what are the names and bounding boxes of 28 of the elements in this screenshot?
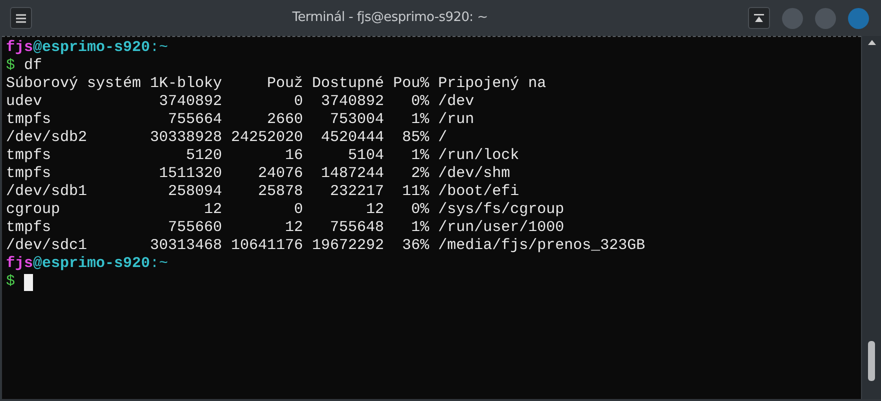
prompt-user: fjs [6,255,34,273]
menu-icon [16,14,26,22]
output-line: cgroup 12 0 12 0% /sys/fs/cgroup [6,201,564,219]
output-line: tmpfs 755660 12 755648 1% /run/user/1000 [6,219,564,237]
prompt-symbol: $ [6,57,16,75]
text-cursor [24,274,33,290]
output-line: udev 3740892 0 3740892 0% /dev [6,93,474,111]
output-line: tmpfs 5120 16 5104 1% /run/lock [6,147,520,165]
prompt-symbol: $ [6,273,16,291]
output-line: tmpfs 755664 2660 753004 1% /run [6,111,474,129]
prompt-path: :~ [150,39,168,57]
output-line: /dev/sdb1 258094 25878 232217 11% /boot/efi [6,183,520,201]
prompt-path: :~ [150,255,168,273]
output-line: /dev/sdc1 30313468 10641176 19672292 36% /media/fjs/prenos_323GB [6,237,646,255]
output-line: Súborový systém 1K-bloky Použ Dostupné Pou% Pripojený na [6,75,546,93]
prompt-user: fjs [6,39,34,57]
keep-above-button[interactable] [748,7,770,29]
menu-button[interactable] [10,7,32,29]
output-line: /dev/sdb2 30338928 24252020 4520444 85% / [6,129,448,147]
scrollbar[interactable] [861,36,881,399]
prompt-host: @esprimo-s920 [33,39,150,57]
output-line: tmpfs 1511320 24076 1487244 2% /dev/shm [6,165,510,183]
prompt-host: @esprimo-s920 [33,255,150,273]
scroll-up-icon[interactable] [868,40,876,45]
keep-above-icon [754,14,764,22]
scrollbar-thumb[interactable] [868,341,875,381]
command-text: df [24,57,42,75]
window-title: Terminál - fjs@esprimo-s920: ~ [292,9,488,28]
